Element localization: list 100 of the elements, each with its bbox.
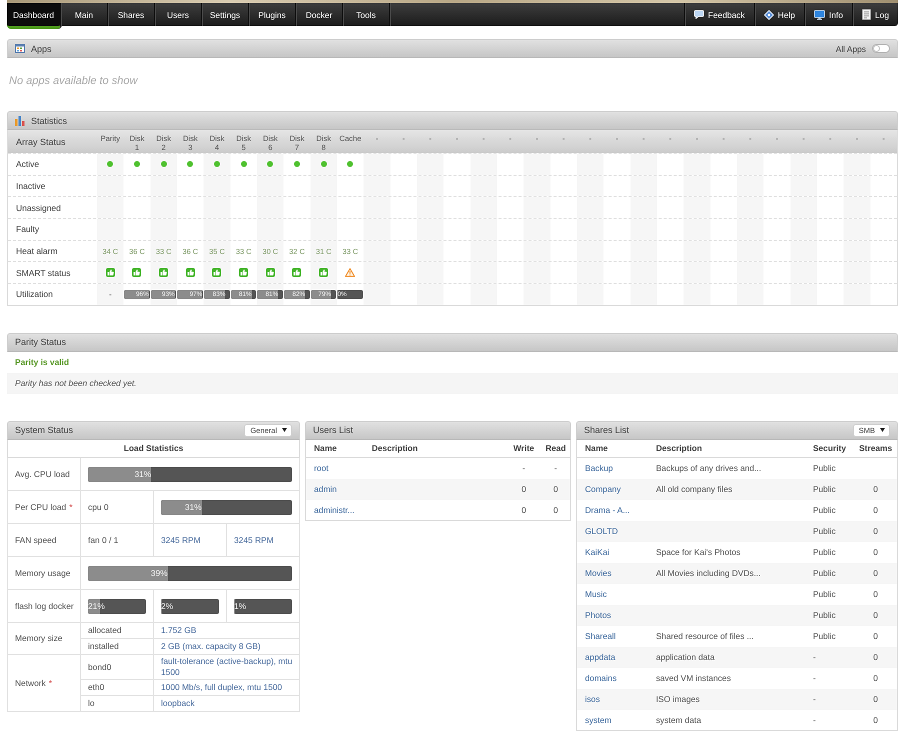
row-label: Avg. CPU load [15,468,70,479]
nav-tab[interactable]: Shares [108,3,155,26]
cell-text: bond0 [88,662,112,672]
progress-label: 31% [133,468,152,481]
footnote-mark: * [48,678,52,688]
write-count: - [522,463,526,474]
value-text: 2 GB (max. capacity 8 GB) [161,641,261,652]
cell-text: eth0 [88,682,104,692]
nav-tab[interactable]: Tools [342,3,390,26]
security-text: Public [812,463,836,474]
streams-count: 0 [873,546,878,557]
nav-tab[interactable]: Docker [296,3,343,26]
streams-count: 0 [873,504,878,515]
progress-label: 2% [161,600,174,613]
empty-message: No apps available to show [9,74,138,86]
column-header: Read [545,443,566,454]
row-label: Memory usage [15,568,70,578]
user-link[interactable]: administr... [314,504,354,515]
security-text: Public [812,588,836,599]
nav-tab[interactable]: Dashboard [7,3,61,29]
progress-label: 39% [150,566,168,580]
user-link[interactable]: root [314,463,328,474]
streams-count: 0 [873,672,878,683]
caret-icon [880,428,885,432]
row-label: Faulty [16,224,40,234]
share-link[interactable]: Photos [585,610,612,620]
column-header: Name [585,443,608,454]
description-text: ISO images [656,694,700,704]
panel-title: Apps [31,44,52,54]
streams-count: 0 [873,588,878,599]
share-link[interactable]: system [585,714,612,725]
column-header: Security [812,443,846,454]
value-text: 3245 RPM [234,534,274,545]
read-count: 0 [553,484,558,494]
security-text: Public [812,484,836,494]
share-link[interactable]: Backup [585,463,613,474]
security-text: - [812,672,816,683]
value-text: 1.752 GB [161,625,196,636]
cell-text: fan 0 / 1 [88,534,118,545]
value-text: fault-tolerance (active-backup), mtu 1500 [161,656,292,678]
description-text: All Movies including DVDs... [656,568,761,578]
toggle-label: All Apps [836,44,866,54]
nav-link[interactable]: Help [754,3,804,26]
security-text: - [812,652,816,662]
row-label: Utilization [16,289,53,300]
share-link[interactable]: Shareall [585,630,616,641]
nav-link[interactable]: Info [804,3,852,26]
share-link[interactable]: KaiKai [585,546,610,557]
security-text: Public [812,526,836,536]
row-label: FAN speed [15,534,56,545]
nav-link[interactable]: Log [852,3,898,26]
user-link[interactable]: admin [314,484,337,494]
nav-tab[interactable]: Users [154,3,202,26]
description-text: saved VM instances [656,672,731,683]
description-text: Backups of any drives and... [656,463,762,474]
nav-tab[interactable]: Main [60,3,108,26]
share-link[interactable]: appdata [585,652,616,662]
streams-count: 0 [873,610,878,620]
share-link[interactable]: Drama - A... [585,504,630,515]
row-label: Memory size [15,633,62,644]
toggle-switch[interactable] [872,44,890,53]
streams-count: 0 [873,714,878,725]
row-label: flash log docker [15,600,74,611]
progress-label: 31% [184,500,202,514]
streams-count: 0 [873,694,878,704]
description-text: All old company files [656,484,732,494]
speech-bubble-icon [694,10,704,19]
table-title: Array Status [16,136,66,146]
description-text: Shared resource of files ... [656,630,754,641]
column-header: Description [372,443,418,454]
nav-tab[interactable]: Plugins [248,3,296,26]
footnote-mark: * [69,502,72,512]
value-text: 3245 RPM [161,534,201,545]
column-header: Description [656,443,702,454]
document-icon [862,9,872,20]
progress-label: 1% [234,600,246,613]
column-header: Name [314,443,337,454]
security-text: Public [812,610,836,620]
nav-link[interactable]: Feedback [684,3,754,26]
panel-title: Shares List [584,425,630,436]
share-link[interactable]: Music [585,588,607,599]
share-link[interactable]: domains [585,672,617,683]
caret-icon [282,428,287,432]
description-text: system data [656,714,702,725]
row-label: SMART status [16,268,70,278]
share-link[interactable]: Movies [585,568,612,578]
row-label: Inactive [16,181,46,192]
column-header: Write [513,443,534,454]
cell-text: allocated [88,625,122,636]
row-label: Per CPU load [15,502,66,512]
cell-text: lo [88,698,95,708]
nav-tab[interactable]: Settings [202,3,249,26]
panel-title: System Status [15,425,74,436]
value-text: 1000 Mb/s, full duplex, mtu 1500 [161,682,282,692]
share-link[interactable]: isos [585,694,600,704]
utilization-text: - [108,290,112,299]
security-text: - [812,694,816,704]
bar-chart-icon [15,116,25,126]
parity-note: Parity has not been checked yet. [15,378,137,388]
value-text: loopback [161,698,195,708]
